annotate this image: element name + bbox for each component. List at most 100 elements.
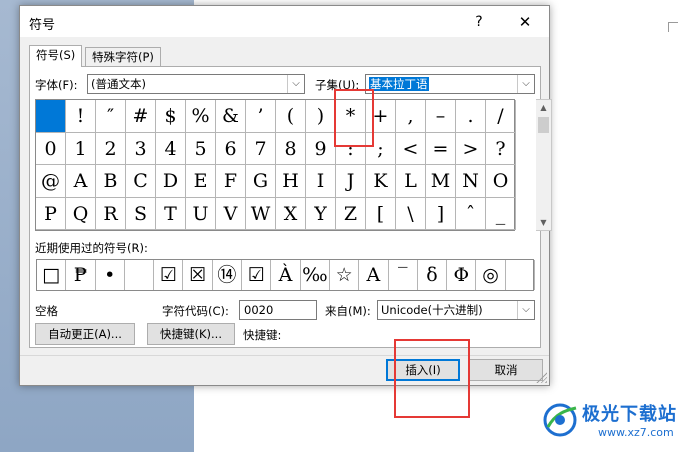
- recent-symbol[interactable]: Φ: [447, 260, 477, 290]
- symbol-cell[interactable]: N: [456, 165, 486, 198]
- symbol-cell[interactable]: [36, 100, 66, 133]
- chevron-down-icon: ⌵: [517, 301, 534, 319]
- symbol-cell[interactable]: K: [366, 165, 396, 198]
- recent-symbol[interactable]: ◎: [476, 260, 506, 290]
- symbol-cell[interactable]: #: [126, 100, 156, 133]
- symbol-cell[interactable]: 0: [36, 132, 66, 165]
- recent-symbol[interactable]: ⑭: [213, 260, 243, 290]
- scroll-thumb[interactable]: [538, 117, 549, 133]
- symbol-cell-asterisk[interactable]: *: [336, 100, 366, 133]
- symbol-cell[interactable]: &: [216, 100, 246, 133]
- symbol-cell[interactable]: W: [246, 197, 276, 230]
- symbol-cell[interactable]: J: [336, 165, 366, 198]
- from-select[interactable]: Unicode(十六进制) ⌵: [377, 300, 535, 320]
- tab-special-characters[interactable]: 特殊字符(P): [85, 47, 161, 67]
- recent-symbol[interactable]: [506, 260, 536, 290]
- symbol-cell[interactable]: 3: [126, 132, 156, 165]
- recent-symbol[interactable]: À: [271, 260, 301, 290]
- symbol-cell[interactable]: P: [36, 197, 66, 230]
- symbol-cell[interactable]: V: [216, 197, 246, 230]
- symbol-cell[interactable]: $: [156, 100, 186, 133]
- close-icon[interactable]: ✕: [512, 11, 538, 33]
- symbol-cell[interactable]: @: [36, 165, 66, 198]
- autocorrect-button[interactable]: 自动更正(A)...: [35, 323, 135, 345]
- symbol-cell[interactable]: E: [186, 165, 216, 198]
- symbol-cell[interactable]: 5: [186, 132, 216, 165]
- font-select[interactable]: (普通文本) ⌵: [87, 74, 305, 94]
- scroll-up-icon[interactable]: ▲: [536, 100, 551, 115]
- insert-button[interactable]: 插入(I): [386, 359, 460, 381]
- symbol-cell[interactable]: ,: [396, 100, 426, 133]
- recent-symbol[interactable]: δ: [418, 260, 448, 290]
- symbol-cell[interactable]: S: [126, 197, 156, 230]
- symbol-cell[interactable]: 9: [306, 132, 336, 165]
- symbol-cell[interactable]: R: [96, 197, 126, 230]
- symbol-cell[interactable]: –: [426, 100, 456, 133]
- symbol-cell[interactable]: Q: [66, 197, 96, 230]
- symbol-cell[interactable]: I: [306, 165, 336, 198]
- symbol-cell[interactable]: 6: [216, 132, 246, 165]
- scroll-down-icon[interactable]: ▼: [536, 215, 551, 230]
- symbol-cell[interactable]: 8: [276, 132, 306, 165]
- recent-symbol[interactable]: •: [96, 260, 125, 290]
- recent-symbol[interactable]: ‰: [301, 260, 330, 290]
- symbol-cell[interactable]: \: [396, 197, 426, 230]
- symbol-cell[interactable]: %: [186, 100, 216, 133]
- symbol-cell[interactable]: ˆ: [456, 197, 486, 230]
- symbol-cell[interactable]: _: [486, 197, 516, 230]
- help-icon[interactable]: ?: [468, 11, 490, 33]
- symbol-cell[interactable]: H: [276, 165, 306, 198]
- symbol-cell[interactable]: C: [126, 165, 156, 198]
- symbol-cell[interactable]: Z: [336, 197, 366, 230]
- symbol-cell[interactable]: .: [456, 100, 486, 133]
- symbol-cell[interactable]: (: [276, 100, 306, 133]
- recent-symbol[interactable]: [125, 260, 155, 290]
- shortcut-key-button[interactable]: 快捷键(K)...: [147, 323, 235, 345]
- symbol-cell[interactable]: 1: [66, 132, 96, 165]
- symbol-cell[interactable]: /: [486, 100, 516, 133]
- symbol-cell[interactable]: O: [486, 165, 516, 198]
- symbol-cell[interactable]: !: [66, 100, 96, 133]
- symbol-cell[interactable]: <: [396, 132, 426, 165]
- symbol-cell[interactable]: :: [336, 132, 366, 165]
- symbol-cell[interactable]: ?: [486, 132, 516, 165]
- recent-symbol[interactable]: A: [359, 260, 389, 290]
- symbol-cell[interactable]: A: [66, 165, 96, 198]
- char-code-input[interactable]: 0020: [239, 300, 317, 320]
- symbol-cell[interactable]: 4: [156, 132, 186, 165]
- subset-select[interactable]: 基本拉丁语 ⌵: [365, 74, 535, 94]
- recent-symbol[interactable]: ☒: [183, 260, 213, 290]
- recent-symbol[interactable]: ☑: [242, 260, 272, 290]
- recent-symbol[interactable]: ₱: [66, 260, 96, 290]
- recent-symbol[interactable]: ‾: [389, 260, 418, 290]
- font-label: 字体(F):: [35, 78, 78, 92]
- symbol-cell[interactable]: D: [156, 165, 186, 198]
- recent-symbol[interactable]: ☆: [330, 260, 360, 290]
- cancel-button[interactable]: 取消: [469, 359, 543, 381]
- symbol-cell[interactable]: [: [366, 197, 396, 230]
- symbol-cell[interactable]: Y: [306, 197, 336, 230]
- symbol-cell[interactable]: B: [96, 165, 126, 198]
- symbol-cell[interactable]: X: [276, 197, 306, 230]
- symbol-cell[interactable]: =: [426, 132, 456, 165]
- recent-symbol[interactable]: □: [37, 260, 67, 290]
- watermark: 极光下载站 www.xz7.com: [540, 398, 684, 448]
- symbol-cell[interactable]: 7: [246, 132, 276, 165]
- symbol-cell[interactable]: ″: [96, 100, 126, 133]
- symbol-cell[interactable]: ): [306, 100, 336, 133]
- symbol-cell[interactable]: T: [156, 197, 186, 230]
- recent-symbol[interactable]: ☑: [154, 260, 184, 290]
- tab-symbols[interactable]: 符号(S): [29, 45, 83, 67]
- symbol-cell[interactable]: >: [456, 132, 486, 165]
- symbol-cell[interactable]: L: [396, 165, 426, 198]
- symbol-cell[interactable]: 2: [96, 132, 126, 165]
- symbol-cell[interactable]: ]: [426, 197, 456, 230]
- symbol-cell[interactable]: F: [216, 165, 246, 198]
- symbol-cell[interactable]: ’: [246, 100, 276, 133]
- symbol-cell[interactable]: +: [366, 100, 396, 133]
- grid-scrollbar[interactable]: ▲ ▼: [536, 99, 552, 231]
- symbol-cell[interactable]: M: [426, 165, 456, 198]
- symbol-cell[interactable]: U: [186, 197, 216, 230]
- symbol-cell[interactable]: G: [246, 165, 276, 198]
- symbol-cell[interactable]: ;: [366, 132, 396, 165]
